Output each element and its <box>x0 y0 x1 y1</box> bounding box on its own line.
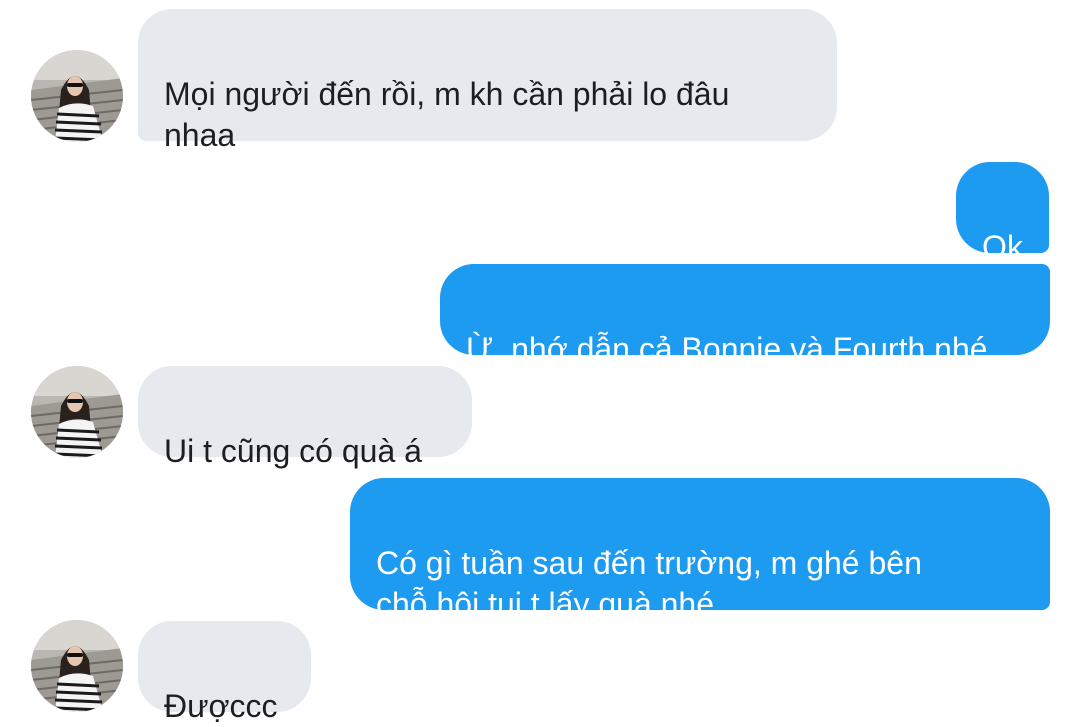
message-text: Ok <box>982 229 1023 265</box>
avatar[interactable] <box>31 620 123 712</box>
message-bubble-outgoing[interactable]: Ok <box>956 162 1049 265</box>
message-text: Có gì tuần sau đến trường, m ghé bên chỗ… <box>376 545 922 622</box>
avatar[interactable] <box>31 50 123 142</box>
avatar-photo-icon <box>31 620 123 712</box>
avatar-photo-icon <box>31 366 123 458</box>
message-bubble-incoming[interactable]: Ui t cũng có quà á <box>138 366 472 469</box>
message-bubble-incoming[interactable]: Đượccc <box>138 621 311 724</box>
message-text: Mọi người đến rồi, m kh cần phải lo đâu … <box>164 76 730 153</box>
message-bubble-outgoing[interactable]: Ừ, nhớ dẫn cả Bonnie và Fourth nhé <box>440 264 1050 367</box>
message-bubble-incoming[interactable]: Mọi người đến rồi, m kh cần phải lo đâu … <box>138 9 837 153</box>
avatar-photo-icon <box>31 50 123 142</box>
message-text: Đượccc <box>164 688 278 724</box>
avatar[interactable] <box>31 366 123 458</box>
message-bubble-outgoing[interactable]: Có gì tuần sau đến trường, m ghé bên chỗ… <box>350 478 1050 622</box>
message-text: Ui t cũng có quà á <box>164 433 422 469</box>
message-text: Ừ, nhớ dẫn cả Bonnie và Fourth nhé <box>466 331 988 367</box>
